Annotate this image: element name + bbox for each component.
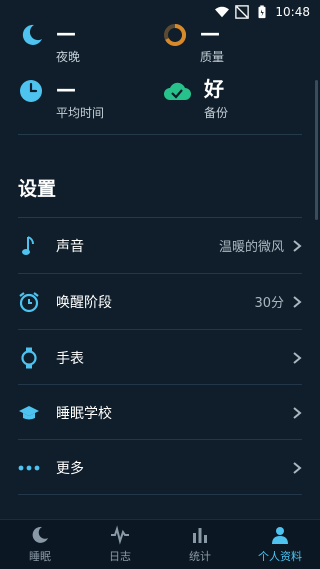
alarm-clock-icon: [19, 291, 39, 312]
watch-icon: [21, 347, 37, 368]
stat-nights: — 夜晚: [18, 22, 80, 65]
settings-item-wake-phase[interactable]: 唤醒阶段 30分: [0, 274, 320, 329]
battery-icon: [258, 5, 266, 19]
status-time: 10:48: [275, 5, 310, 19]
tab-profile[interactable]: 个人资料: [240, 520, 320, 569]
signal-off-icon: [235, 5, 250, 19]
quality-ring-icon: [164, 23, 187, 46]
status-bar: 10:48: [0, 0, 320, 24]
tab-journal[interactable]: 日志: [80, 520, 160, 569]
settings-item-label: 手表: [56, 350, 84, 367]
stat-backup-value: 好: [204, 77, 224, 101]
settings-title: 设置: [18, 178, 57, 200]
tab-statistics[interactable]: 统计: [160, 520, 240, 569]
settings-item-sleep-school[interactable]: 睡眠学校: [0, 385, 320, 440]
tab-sleep[interactable]: 睡眠: [0, 520, 80, 569]
bottom-tab-bar: 睡眠 日志 统计 个人资料: [0, 519, 320, 569]
settings-item-label: 更多: [56, 460, 84, 477]
divider: [18, 134, 302, 135]
tab-label: 睡眠: [29, 550, 51, 563]
stat-avg-time-value: —: [56, 77, 76, 101]
settings-item-sound[interactable]: 声音 温暖的微风: [0, 218, 320, 273]
stat-quality-value: —: [200, 21, 220, 45]
tab-label: 日志: [109, 550, 131, 563]
tab-label: 统计: [189, 550, 211, 563]
clock-icon: [20, 80, 42, 102]
chevron-right-icon: [293, 461, 302, 474]
more-dots-icon: [18, 465, 40, 470]
settings-item-watch[interactable]: 手表: [0, 330, 320, 385]
chevron-right-icon: [293, 406, 302, 419]
moon-icon: [32, 526, 48, 543]
cloud-check-icon: [164, 82, 191, 100]
settings-item-label: 声音: [56, 238, 84, 255]
person-icon: [272, 527, 288, 544]
stat-nights-label: 夜晚: [56, 50, 81, 64]
stat-avg-time-label: 平均时间: [56, 106, 105, 120]
settings-item-value: 温暖的微风: [218, 240, 284, 255]
scrollbar[interactable]: [315, 80, 318, 220]
wifi-icon: [215, 6, 230, 18]
wave-icon: [111, 525, 129, 545]
chevron-right-icon: [293, 351, 302, 364]
chevron-right-icon: [293, 295, 302, 308]
stat-quality: — 质量: [162, 22, 224, 65]
settings-item-value: 30分: [254, 296, 284, 311]
graduation-cap-icon: [19, 405, 39, 419]
stat-nights-value: —: [56, 21, 76, 45]
settings-item-label: 唤醒阶段: [56, 294, 112, 311]
settings-item-more[interactable]: 更多: [0, 440, 320, 495]
chevron-right-icon: [293, 239, 302, 252]
music-note-icon: [22, 235, 34, 255]
stat-quality-label: 质量: [200, 50, 225, 64]
moon-icon: [22, 24, 42, 45]
stat-avg-time: — 平均时间: [18, 78, 104, 121]
bar-chart-icon: [193, 528, 207, 543]
stat-backup-label: 备份: [204, 106, 229, 120]
stat-backup: 好 备份: [162, 78, 228, 121]
row-divider: [18, 494, 302, 495]
settings-item-label: 睡眠学校: [56, 405, 112, 422]
tab-label: 个人资料: [258, 550, 302, 563]
